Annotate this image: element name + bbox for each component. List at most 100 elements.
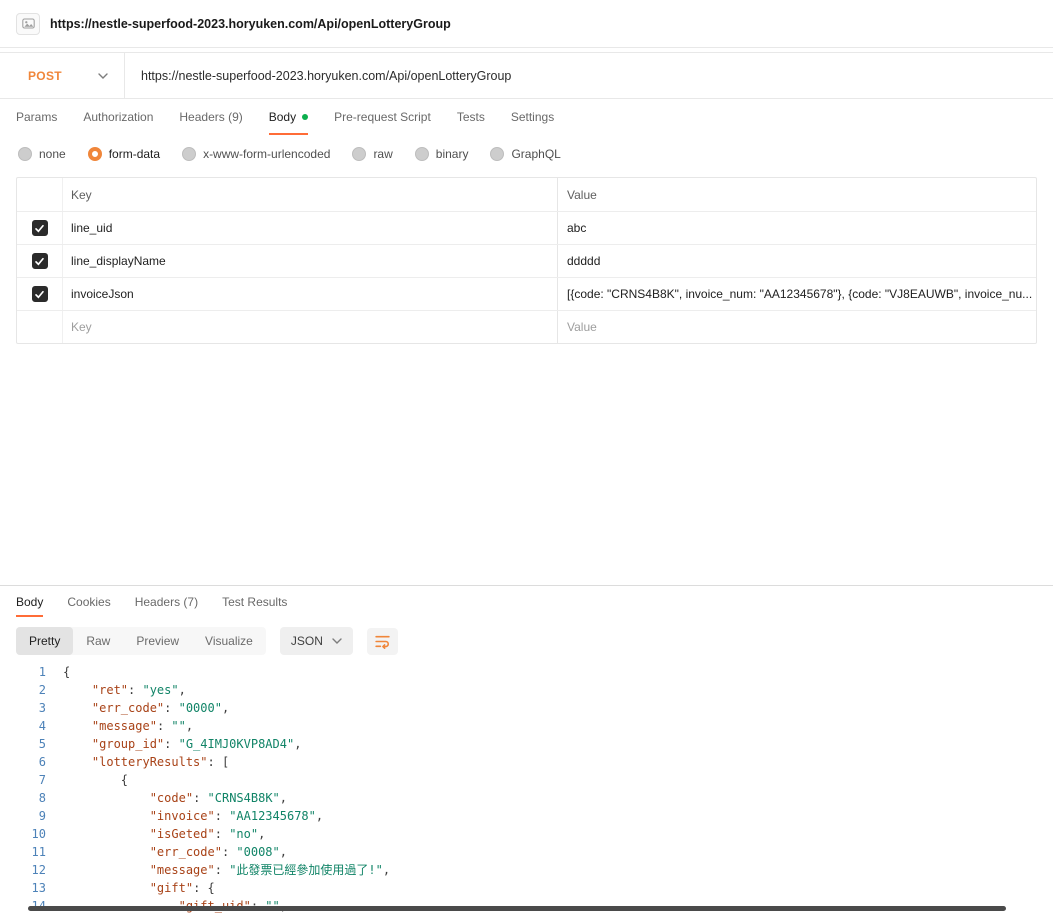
view-mode-group: PrettyRawPreviewVisualize xyxy=(16,627,266,655)
tab-label: Headers (9) xyxy=(179,110,242,124)
row-checkbox[interactable] xyxy=(32,253,48,269)
row-checkbox[interactable] xyxy=(32,220,48,236)
body-mode-radios: none form-data x-www-form-urlencoded raw bin… xyxy=(0,141,1053,167)
new-entry-row: Key Value xyxy=(17,310,1036,343)
radio-icon xyxy=(182,147,196,161)
request-url-bar: POST https://nestle-superfood-2023.horyu… xyxy=(0,52,1053,99)
format-label: JSON xyxy=(291,634,323,648)
body-has-content-dot xyxy=(302,114,308,120)
table-row: line_displayNameddddd xyxy=(17,244,1036,277)
tab-headers-9[interactable]: Headers (9) xyxy=(179,99,242,135)
line-number: 5 xyxy=(13,735,46,753)
radio-icon xyxy=(18,147,32,161)
url-input[interactable]: https://nestle-superfood-2023.horyuken.c… xyxy=(125,53,1053,98)
key-cell[interactable]: invoiceJson xyxy=(63,278,558,310)
body-mode-graphql[interactable]: GraphQL xyxy=(490,147,560,161)
view-preview[interactable]: Preview xyxy=(123,627,192,655)
line-number: 2 xyxy=(13,681,46,699)
value-column-header: Value xyxy=(558,178,1036,211)
header-check-cell xyxy=(17,178,63,211)
body-mode-x-www-form-urlencoded[interactable]: x-www-form-urlencoded xyxy=(182,147,330,161)
tab-label: Pre-request Script xyxy=(334,110,431,124)
row-check-cell xyxy=(17,245,63,277)
response-tab-body[interactable]: Body xyxy=(16,586,43,617)
format-selector[interactable]: JSON xyxy=(280,627,353,655)
body-mode-binary[interactable]: binary xyxy=(415,147,469,161)
code-line: 9 "invoice": "AA12345678", xyxy=(13,807,1053,825)
line-number: 13 xyxy=(13,879,46,897)
key-cell[interactable]: line_uid xyxy=(63,212,558,244)
code-line: 6 "lotteryResults": [ xyxy=(13,753,1053,771)
response-tab-test-results[interactable]: Test Results xyxy=(222,586,287,617)
code-text: { xyxy=(46,771,128,789)
method-selector[interactable]: POST xyxy=(0,53,125,98)
new-key-input[interactable]: Key xyxy=(63,311,558,343)
key-column-header: Key xyxy=(63,178,558,211)
tab-settings[interactable]: Settings xyxy=(511,99,554,135)
table-row: invoiceJson[{code: "CRNS4B8K", invoice_n… xyxy=(17,277,1036,310)
body-mode-label: none xyxy=(39,147,66,161)
line-number: 6 xyxy=(13,753,46,771)
form-data-table: Key Value line_uidabcline_displayNameddd… xyxy=(16,177,1037,344)
code-line: 4 "message": "", xyxy=(13,717,1053,735)
tab-label: Params xyxy=(16,110,57,124)
line-number: 3 xyxy=(13,699,46,717)
row-checkbox[interactable] xyxy=(32,286,48,302)
code-line: 3 "err_code": "0000", xyxy=(13,699,1053,717)
value-cell[interactable]: [{code: "CRNS4B8K", invoice_num: "AA1234… xyxy=(558,278,1036,310)
tab-label: Tests xyxy=(457,110,485,124)
chevron-down-icon xyxy=(332,638,342,644)
line-number: 9 xyxy=(13,807,46,825)
tab-params[interactable]: Params xyxy=(16,99,57,135)
tab-pre-request-script[interactable]: Pre-request Script xyxy=(334,99,431,135)
code-text: "gift": { xyxy=(46,879,215,897)
row-check-cell xyxy=(17,278,63,310)
wrap-text-button[interactable] xyxy=(367,628,398,655)
row-check-cell xyxy=(17,212,63,244)
line-number: 7 xyxy=(13,771,46,789)
view-raw[interactable]: Raw xyxy=(73,627,123,655)
code-text: "err_code": "0000", xyxy=(46,699,229,717)
line-number: 8 xyxy=(13,789,46,807)
view-visualize[interactable]: Visualize xyxy=(192,627,266,655)
response-body-code: 1{2 "ret": "yes",3 "err_code": "0000",4 … xyxy=(0,656,1053,914)
code-text: "code": "CRNS4B8K", xyxy=(46,789,287,807)
response-tab-cookies[interactable]: Cookies xyxy=(67,586,110,617)
tab-label: Settings xyxy=(511,110,554,124)
code-text: "group_id": "G_4IMJ0KVP8AD4", xyxy=(46,735,301,753)
view-pretty[interactable]: Pretty xyxy=(16,627,73,655)
value-cell[interactable]: ddddd xyxy=(558,245,1036,277)
response-tabs: Body Cookies Headers (7) Test Results xyxy=(0,586,1053,617)
body-mode-label: raw xyxy=(373,147,392,161)
code-line: 5 "group_id": "G_4IMJ0KVP8AD4", xyxy=(13,735,1053,753)
empty-area xyxy=(0,344,1053,585)
code-line: 12 "message": "此發票已經參加使用過了!", xyxy=(13,861,1053,879)
body-mode-label: binary xyxy=(436,147,469,161)
code-line: 1{ xyxy=(13,663,1053,681)
code-line: 8 "code": "CRNS4B8K", xyxy=(13,789,1053,807)
body-mode-form-data[interactable]: form-data xyxy=(88,147,160,161)
radio-icon xyxy=(490,147,504,161)
code-line: 2 "ret": "yes", xyxy=(13,681,1053,699)
body-mode-raw[interactable]: raw xyxy=(352,147,392,161)
body-mode-label: form-data xyxy=(109,147,160,161)
postman-app: https://nestle-superfood-2023.horyuken.c… xyxy=(0,0,1053,914)
body-mode-none[interactable]: none xyxy=(18,147,66,161)
body-mode-label: x-www-form-urlencoded xyxy=(203,147,330,161)
value-cell[interactable]: abc xyxy=(558,212,1036,244)
code-line: 7 { xyxy=(13,771,1053,789)
key-cell[interactable]: line_displayName xyxy=(63,245,558,277)
code-text: { xyxy=(46,663,70,681)
new-value-input[interactable]: Value xyxy=(558,311,1036,343)
table-header-row: Key Value xyxy=(17,178,1036,211)
tab-body[interactable]: Body xyxy=(269,99,308,135)
tab-authorization[interactable]: Authorization xyxy=(83,99,153,135)
horizontal-scrollbar[interactable] xyxy=(28,906,1006,911)
table-row: line_uidabc xyxy=(17,211,1036,244)
tab-tests[interactable]: Tests xyxy=(457,99,485,135)
code-text: "message": "", xyxy=(46,717,193,735)
response-tab-headers-7[interactable]: Headers (7) xyxy=(135,586,198,617)
line-number: 10 xyxy=(13,825,46,843)
tab-label: Authorization xyxy=(83,110,153,124)
request-tab-title[interactable]: https://nestle-superfood-2023.horyuken.c… xyxy=(50,17,451,31)
